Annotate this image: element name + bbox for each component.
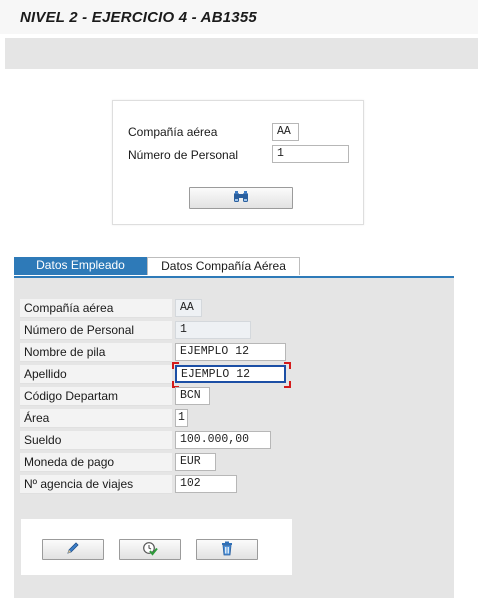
department-code-input[interactable]: BCN [175,387,210,405]
focus-corner [172,362,179,369]
personnel-input[interactable]: 1 [272,145,349,163]
currency-label: Moneda de pago [20,453,172,472]
trash-icon [220,541,234,559]
airline-input[interactable]: AA [272,123,299,141]
department-code-label: Código Departam [20,387,172,406]
personnel-field: 1 [175,321,251,339]
focus-corner [284,381,291,388]
application-toolbar [5,38,478,69]
last-name-label: Apellido [20,365,172,384]
personnel-label: Número de Personal [128,148,239,162]
personnel-field-label: Número de Personal [20,321,172,340]
title-bar: NIVEL 2 - EJERCICIO 4 - AB1355 [0,0,478,34]
currency-input[interactable]: EUR [175,453,216,471]
tab-strip: Datos Empleado Datos Compañía Aérea [14,257,454,278]
area-label: Área [20,409,172,428]
area-input[interactable]: 1 [175,409,188,427]
employee-panel: Compañía aérea AA Número de Personal 1 N… [14,278,454,598]
clock-check-icon [142,541,158,559]
pencil-icon [66,541,80,558]
tab-datos-compania-aerea[interactable]: Datos Compañía Aérea [147,257,300,275]
save-button[interactable] [119,539,181,560]
window-title: NIVEL 2 - EJERCICIO 4 - AB1355 [20,9,257,26]
salary-input[interactable]: 100.000,00 [175,431,271,449]
airline-field-label: Compañía aérea [20,299,172,318]
focus-corner [284,362,291,369]
search-button[interactable] [189,187,293,209]
travel-agency-input[interactable]: 102 [175,475,237,493]
first-name-label: Nombre de pila [20,343,172,362]
last-name-input[interactable]: EJEMPLO 12 [175,365,286,383]
airline-field: AA [175,299,202,317]
tab-datos-empleado[interactable]: Datos Empleado [14,257,147,275]
search-box: Compañía aérea AA Número de Personal 1 [112,100,364,225]
delete-button[interactable] [196,539,258,560]
binoculars-icon [233,190,249,207]
action-button-area [21,519,292,575]
travel-agency-label: Nº agencia de viajes [20,475,172,494]
salary-label: Sueldo [20,431,172,450]
first-name-input[interactable]: EJEMPLO 12 [175,343,286,361]
airline-label: Compañía aérea [128,125,218,139]
edit-button[interactable] [42,539,104,560]
